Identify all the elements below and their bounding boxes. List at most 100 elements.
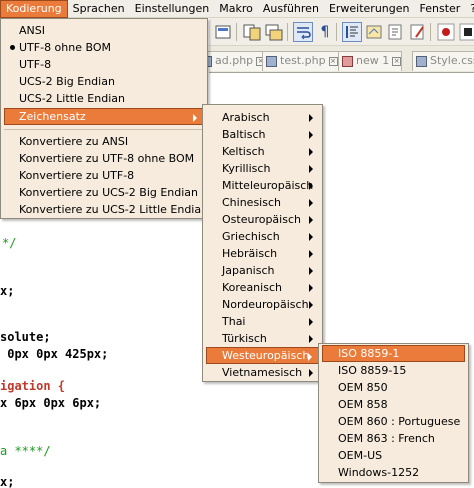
- menu-item-arabisch[interactable]: Arabisch: [206, 109, 319, 126]
- menu-item-label: Baltisch: [222, 128, 266, 141]
- submenu-arrow-icon: [309, 301, 313, 309]
- menu-item-ansi[interactable]: ANSI: [4, 22, 204, 39]
- menu-item-label: OEM-US: [338, 449, 383, 462]
- menu-item-label: OEM 858: [338, 398, 388, 411]
- menu-item-label: Osteuropäisch: [222, 213, 301, 226]
- submenu-arrow-icon: [309, 165, 313, 173]
- zoom-in-icon[interactable]: [213, 22, 233, 42]
- menu-item-thai[interactable]: Thai: [206, 313, 319, 330]
- menu-item-convert-ucs2-big-endian[interactable]: Konvertiere zu UCS-2 Big Endian: [4, 184, 204, 201]
- tab-label: ad.php: [215, 54, 254, 67]
- sync-vertical-icon[interactable]: [242, 22, 262, 42]
- submenu-arrow-icon: [308, 353, 312, 361]
- tab-bar: ad.php× test.php× new 1× Style.css×: [197, 46, 474, 73]
- menu-item-label: Keltisch: [222, 145, 265, 158]
- menu-makro[interactable]: Makro: [214, 0, 258, 18]
- menu-item-label: ISO 8859-15: [338, 364, 407, 377]
- menu-item-osteuropaeisch[interactable]: Osteuropäisch: [206, 211, 319, 228]
- sync-horizontal-icon[interactable]: [264, 22, 284, 42]
- word-wrap-icon[interactable]: [293, 22, 313, 42]
- user-lang-icon[interactable]: [364, 22, 384, 42]
- submenu-arrow-icon: [309, 233, 313, 241]
- code-line: a ****/: [0, 444, 51, 458]
- menu-item-oem-863-french[interactable]: OEM 863 : French: [322, 430, 465, 447]
- code-line: solute;: [0, 330, 51, 344]
- submenu-arrow-icon: [309, 369, 313, 377]
- menu-item-koreanisch[interactable]: Koreanisch: [206, 279, 319, 296]
- tab-label: Style.css: [430, 54, 474, 67]
- menu-help[interactable]: ?: [465, 0, 474, 18]
- close-icon[interactable]: ×: [328, 56, 338, 66]
- zeichensatz-submenu: Arabisch Baltisch Keltisch Kyrillisch Mittel…: [202, 104, 323, 382]
- menu-item-utf8[interactable]: UTF-8: [4, 56, 204, 73]
- tab-style-css[interactable]: Style.css×: [412, 51, 474, 71]
- submenu-arrow-icon: [309, 284, 313, 292]
- menu-item-ucs2-big-endian[interactable]: UCS-2 Big Endian: [4, 73, 204, 90]
- function-list-icon[interactable]: [408, 22, 428, 42]
- menu-item-convert-utf8-ohne-bom[interactable]: Konvertiere zu UTF-8 ohne BOM: [4, 150, 204, 167]
- menu-item-iso-8859-15[interactable]: ISO 8859-15: [322, 362, 465, 379]
- menu-item-label: Mitteleuropäisch: [222, 179, 314, 192]
- submenu-arrow-icon: [309, 148, 313, 156]
- menu-item-keltisch[interactable]: Keltisch: [206, 143, 319, 160]
- menu-item-baltisch[interactable]: Baltisch: [206, 126, 319, 143]
- menu-item-oem-850[interactable]: OEM 850: [322, 379, 465, 396]
- file-icon: [342, 56, 353, 67]
- menu-item-label: Griechisch: [222, 230, 280, 243]
- menu-item-convert-utf8[interactable]: Konvertiere zu UTF-8: [4, 167, 204, 184]
- menu-item-westeuropaeisch[interactable]: Westeuropäisch: [206, 347, 319, 364]
- stop-macro-icon[interactable]: [458, 22, 474, 42]
- menu-item-windows-1252[interactable]: Windows-1252: [322, 464, 465, 481]
- record-macro-icon[interactable]: [436, 22, 456, 42]
- menu-item-japanisch[interactable]: Japanisch: [206, 262, 319, 279]
- menu-ausfuehren[interactable]: Ausführen: [258, 0, 324, 18]
- menu-item-ucs2-little-endian[interactable]: UCS-2 Little Endian: [4, 90, 204, 107]
- menu-item-oem-860-portuguese[interactable]: OEM 860 : Portuguese: [322, 413, 465, 430]
- menu-item-convert-ucs2-little-endian[interactable]: Konvertiere zu UCS-2 Little Endian: [4, 201, 208, 218]
- menu-erweiterungen[interactable]: Erweiterungen: [324, 0, 415, 18]
- submenu-arrow-icon: [309, 250, 313, 258]
- close-icon[interactable]: ×: [392, 56, 402, 66]
- menu-item-label: Westeuropäisch: [222, 349, 310, 362]
- code-line: 0px 0px 425px;: [0, 347, 109, 361]
- menu-item-hebraeisch[interactable]: Hebräisch: [206, 245, 319, 262]
- menu-item-kyrillisch[interactable]: Kyrillisch: [206, 160, 319, 177]
- tab-new-1[interactable]: new 1 ×: [338, 51, 403, 71]
- code-line: x;: [0, 475, 15, 488]
- submenu-arrow-icon: [193, 114, 197, 122]
- menu-item-label: Hebräisch: [222, 247, 278, 260]
- menu-item-nordeuropaeisch[interactable]: Nordeuropäisch: [206, 296, 319, 313]
- menu-item-label: Kyrillisch: [222, 162, 271, 175]
- kodierung-menu: ANSI UTF-8 ohne BOM UTF-8 UCS-2 Big Endi…: [0, 18, 208, 219]
- menu-item-utf8-ohne-bom[interactable]: UTF-8 ohne BOM: [4, 39, 204, 56]
- menu-item-iso-8859-1[interactable]: ISO 8859-1: [322, 345, 465, 362]
- tab-test-php[interactable]: test.php ×: [262, 51, 339, 71]
- menu-item-label: OEM 850: [338, 381, 388, 394]
- submenu-arrow-icon: [309, 335, 313, 343]
- menu-item-label: OEM 860 : Portuguese: [338, 415, 461, 428]
- menu-einstellungen[interactable]: Einstellungen: [130, 0, 215, 18]
- menu-item-griechisch[interactable]: Griechisch: [206, 228, 319, 245]
- menu-item-oem-858[interactable]: OEM 858: [322, 396, 465, 413]
- menu-item-label: Japanisch: [222, 264, 275, 277]
- menu-fenster[interactable]: Fenster: [415, 0, 466, 18]
- menu-item-oem-us[interactable]: OEM-US: [322, 447, 465, 464]
- menu-kodierung[interactable]: Kodierung: [0, 0, 68, 18]
- menu-item-label: OEM 863 : French: [338, 432, 435, 445]
- menu-item-label: ISO 8859-1: [338, 347, 400, 360]
- indent-guide-icon[interactable]: [342, 22, 362, 42]
- menu-item-tuerkisch[interactable]: Türkisch: [206, 330, 319, 347]
- menu-item-vietnamesisch[interactable]: Vietnamesisch: [206, 364, 319, 381]
- westeuropaeisch-submenu: ISO 8859-1 ISO 8859-15 OEM 850 OEM 858 OEM 8…: [318, 343, 469, 483]
- code-line: x 6px 0px 6px;: [0, 396, 102, 410]
- submenu-arrow-icon: [309, 216, 313, 224]
- menu-item-zeichensatz[interactable]: Zeichensatz: [4, 108, 204, 125]
- menu-item-convert-ansi[interactable]: Konvertiere zu ANSI: [4, 133, 204, 150]
- menu-sprachen[interactable]: Sprachen: [68, 0, 130, 18]
- menu-item-chinesisch[interactable]: Chinesisch: [206, 194, 319, 211]
- doc-map-icon[interactable]: [386, 22, 406, 42]
- menu-item-mitteleuropaeisch[interactable]: Mitteleuropäisch: [206, 177, 319, 194]
- menu-item-label: Windows-1252: [338, 466, 420, 479]
- menu-item-label: Nordeuropäisch: [222, 298, 309, 311]
- show-all-chars-icon[interactable]: ¶: [315, 22, 335, 42]
